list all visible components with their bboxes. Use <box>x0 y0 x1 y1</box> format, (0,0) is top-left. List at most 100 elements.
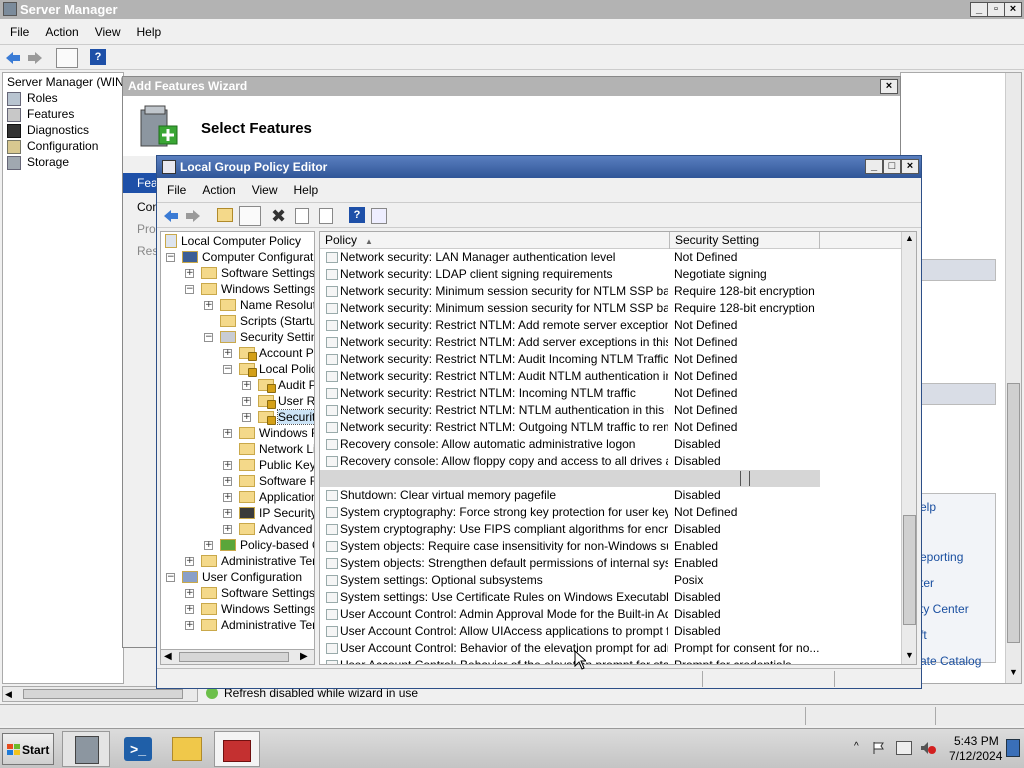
column-header-policy[interactable]: Policy ▲ <box>320 232 670 249</box>
scroll-left-icon[interactable]: ◀ <box>164 651 172 662</box>
gp-back-icon[interactable] <box>162 208 180 227</box>
taskbar-toolbox[interactable] <box>214 731 260 767</box>
gpedit-menu-file[interactable]: File <box>159 179 194 201</box>
tree-node[interactable]: + Application <box>223 489 314 505</box>
show-desktop-icon[interactable] <box>1006 739 1020 757</box>
tree-node[interactable]: + Software Settings <box>185 265 314 281</box>
scroll-down-icon[interactable]: ▼ <box>1009 667 1018 677</box>
tree-node[interactable]: + Policy-based Q <box>204 537 314 553</box>
properties-icon[interactable] <box>295 208 309 224</box>
policy-row[interactable]: User Account Control: Behavior of the el… <box>320 640 900 657</box>
action-center-flag-icon[interactable] <box>872 741 886 755</box>
tree-node[interactable]: + Audit P <box>242 377 314 393</box>
menu-file[interactable]: File <box>2 21 37 43</box>
scroll-up-icon[interactable]: ▲ <box>905 233 914 243</box>
collapse-icon[interactable]: − <box>185 285 194 295</box>
tree-node[interactable]: Local Computer Policy <box>165 233 301 249</box>
policy-row[interactable]: Network security: Restrict NTLM: Outgoin… <box>320 419 900 436</box>
expand-icon[interactable]: + <box>242 397 251 407</box>
tree-node[interactable]: + Securit <box>242 409 314 425</box>
policy-row[interactable]: User Account Control: Allow UIAccess app… <box>320 623 900 640</box>
reporting-link[interactable]: eporting <box>920 550 963 564</box>
show-hide-console-icon[interactable] <box>56 48 78 68</box>
tree-node[interactable]: + Name Resolutic <box>204 297 314 313</box>
update-catalog-link[interactable]: ate Catalog <box>920 654 981 668</box>
policy-row[interactable]: System objects: Strengthen default permi… <box>320 555 900 572</box>
expand-icon[interactable]: + <box>223 493 232 503</box>
tree-node[interactable]: + Account Pc <box>223 345 314 361</box>
policy-row[interactable]: Network security: Restrict NTLM: Audit I… <box>320 351 900 368</box>
scroll-down-icon[interactable]: ▼ <box>905 650 914 660</box>
tree-node[interactable]: + Public Key I <box>223 457 314 473</box>
volume-muted-icon[interactable] <box>920 741 936 755</box>
gpedit-close-button[interactable]: × <box>901 159 919 174</box>
tree-node[interactable]: + Windows F <box>223 425 314 441</box>
expand-icon[interactable]: + <box>185 269 194 279</box>
tree-node[interactable]: + User Ri <box>242 393 314 409</box>
menu-help[interactable]: Help <box>129 21 170 43</box>
tree-node[interactable]: − Security Settin <box>204 329 314 345</box>
tree-features[interactable]: Features <box>7 106 74 122</box>
expand-icon[interactable]: + <box>185 557 194 567</box>
column-header-setting[interactable]: Security Setting <box>670 232 820 249</box>
scroll-thumb[interactable] <box>23 689 183 699</box>
forward-icon[interactable] <box>26 50 44 66</box>
tree-roles[interactable]: Roles <box>7 90 58 106</box>
tree-node[interactable]: − Windows Settings <box>185 281 314 297</box>
scroll-thumb[interactable] <box>1007 383 1020 643</box>
minimize-button[interactable]: _ <box>970 2 988 17</box>
gpedit-menu-help[interactable]: Help <box>286 179 327 201</box>
policy-row[interactable]: Shutdown: Clear virtual memory pagefile D… <box>320 487 900 504</box>
scroll-right-icon[interactable]: ▶ <box>300 651 308 662</box>
start-button[interactable]: Start <box>2 733 54 765</box>
scroll-thumb[interactable] <box>179 652 289 662</box>
expand-icon[interactable]: + <box>223 477 232 487</box>
tree-node[interactable]: Network Lis <box>223 441 314 457</box>
restore-button[interactable]: ▫ <box>987 2 1005 17</box>
policy-row[interactable]: Recovery console: Allow floppy copy and … <box>320 453 900 470</box>
gp-help-icon[interactable]: ? <box>349 207 365 223</box>
taskbar-explorer[interactable] <box>166 731 210 767</box>
clock-time[interactable]: 5:43 PM <box>954 734 999 748</box>
export-list-icon[interactable] <box>319 208 333 224</box>
menu-view[interactable]: View <box>87 21 129 43</box>
show-hidden-icons-icon[interactable]: ^ <box>854 741 859 752</box>
tree-node[interactable]: + IP Security <box>223 505 314 521</box>
expand-icon[interactable]: + <box>223 461 232 471</box>
list-vscrollbar[interactable]: ▲ ▼ <box>901 232 916 664</box>
expand-icon[interactable]: + <box>242 413 251 423</box>
tree-node[interactable]: + Software Settings <box>185 585 314 601</box>
clock-date[interactable]: 7/12/2024 <box>949 749 1002 763</box>
tree-node[interactable]: − User Configuration <box>166 569 302 585</box>
tree-node[interactable]: + Software R <box>223 473 314 489</box>
tree-diagnostics[interactable]: Diagnostics <box>7 122 89 138</box>
help-icon[interactable]: ? <box>90 49 106 65</box>
gpedit-menu-action[interactable]: Action <box>194 179 243 201</box>
collapse-icon[interactable]: − <box>223 365 232 375</box>
taskbar-powershell[interactable]: >_ <box>118 731 158 767</box>
collapse-icon[interactable]: − <box>204 333 213 343</box>
up-folder-icon[interactable] <box>217 208 233 222</box>
policy-row[interactable]: Network security: Minimum session securi… <box>320 300 900 317</box>
expand-icon[interactable]: + <box>204 541 213 551</box>
expand-icon[interactable]: + <box>223 429 232 439</box>
expand-icon[interactable]: + <box>223 525 232 535</box>
gpedit-menu-view[interactable]: View <box>244 179 286 201</box>
policy-row[interactable]: User Account Control: Admin Approval Mod… <box>320 606 900 623</box>
center-link[interactable]: ter <box>920 576 934 590</box>
expand-icon[interactable]: + <box>223 349 232 359</box>
network-icon[interactable] <box>896 741 912 755</box>
policy-row[interactable]: Network security: Restrict NTLM: NTLM au… <box>320 402 900 419</box>
policy-row[interactable]: Recovery console: Allow automatic admini… <box>320 436 900 453</box>
policy-row[interactable]: Network security: Minimum session securi… <box>320 283 900 300</box>
tree-node[interactable]: + Administrative Tem <box>185 553 314 569</box>
scroll-left-icon[interactable]: ◀ <box>5 689 12 700</box>
help-link[interactable]: elp <box>920 500 936 514</box>
gpedit-minimize-button[interactable]: _ <box>865 159 883 174</box>
tree-node[interactable]: + Windows Settings <box>185 601 314 617</box>
show-hide-tree-icon[interactable] <box>239 206 261 226</box>
security-center-link[interactable]: ty Center <box>920 602 969 616</box>
expand-icon[interactable]: + <box>185 605 194 615</box>
close-button[interactable]: × <box>1004 2 1022 17</box>
delete-icon[interactable]: ✖ <box>271 206 286 227</box>
